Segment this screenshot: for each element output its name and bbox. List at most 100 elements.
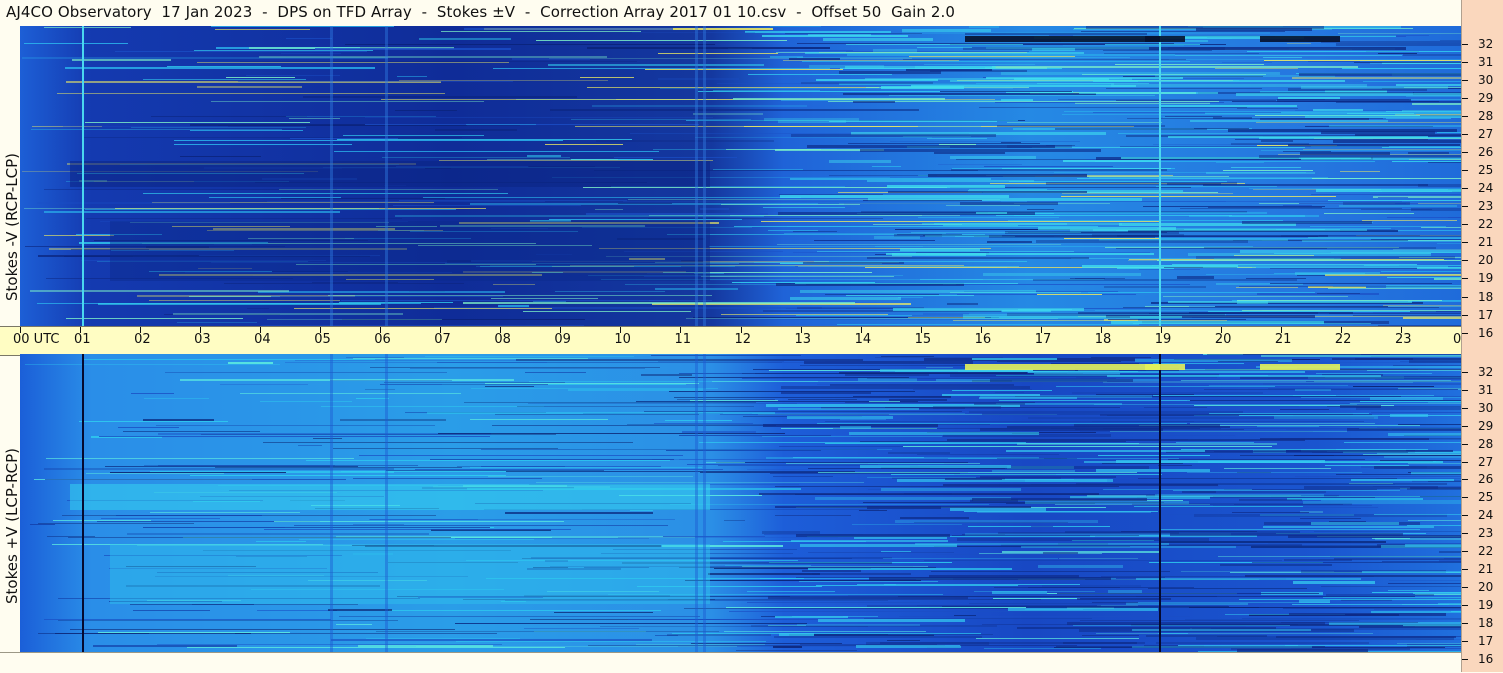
spectrogram-band xyxy=(881,551,911,552)
spectrogram-band xyxy=(1281,235,1461,237)
spectrogram-streak xyxy=(595,209,623,210)
freq-tick xyxy=(1462,497,1468,499)
spectrogram-band xyxy=(1312,452,1408,453)
spectrogram-streak xyxy=(481,449,877,450)
spectrogram-band xyxy=(1405,544,1461,547)
spectrogram-streak xyxy=(1247,51,1461,52)
spectrogram-band xyxy=(1231,167,1301,168)
spectrogram-streak xyxy=(808,552,954,553)
spectrogram-band xyxy=(983,273,1141,276)
spectrogram-streak xyxy=(738,319,1131,320)
spectrogram-streak xyxy=(393,205,581,206)
spectrogram-streak xyxy=(512,58,590,60)
spectrogram-band xyxy=(1208,207,1322,208)
spectrogram-band xyxy=(1181,449,1428,450)
burst-mark xyxy=(1145,36,1185,42)
spectrogram-band xyxy=(1108,590,1142,593)
spectrogram-streak xyxy=(1157,228,1391,229)
spectrogram-streak xyxy=(286,116,436,117)
spectrogram-streak xyxy=(1146,635,1267,637)
spectrogram-streak xyxy=(808,568,1012,570)
spectrogram-band xyxy=(1156,186,1277,187)
spectrogram-streak xyxy=(516,359,863,361)
spectrogram-streak xyxy=(101,518,220,519)
spectrogram-band xyxy=(1343,202,1410,205)
spectrogram-streak xyxy=(924,560,1282,561)
spectrogram-streak xyxy=(1317,293,1360,294)
spectrogram-band xyxy=(1260,438,1429,440)
spectrogram-streak xyxy=(1187,400,1461,401)
spectrogram-streak xyxy=(1397,643,1461,644)
spectrogram-streak xyxy=(1009,181,1227,182)
spectrogram-streak xyxy=(995,392,1024,393)
spectrogram-streak xyxy=(651,355,801,356)
freq-tick xyxy=(1462,515,1468,517)
spectrogram-streak xyxy=(1428,481,1461,482)
spectrogram-streak xyxy=(493,284,535,285)
spectrogram-streak xyxy=(898,297,923,298)
freq-label: 29 xyxy=(1478,418,1494,433)
spectrogram-band xyxy=(1067,622,1325,625)
spectrogram-streak xyxy=(1261,150,1461,151)
spectrogram-streak xyxy=(177,322,257,323)
spectrogram-band xyxy=(1218,361,1278,362)
spectrogram-band xyxy=(887,185,1005,188)
spectrogram-band xyxy=(840,419,886,420)
freq-tick xyxy=(1462,640,1468,642)
spectrogram-band xyxy=(997,458,1077,459)
spectrogram-streak xyxy=(580,77,634,78)
freq-tick xyxy=(1462,407,1468,409)
spectrogram-streak xyxy=(99,436,490,437)
spectrogram-band xyxy=(778,408,919,410)
spectrogram-streak xyxy=(1242,310,1461,311)
spectrogram-streak xyxy=(1139,269,1200,270)
freq-label: 30 xyxy=(1478,400,1494,415)
spectrogram-band xyxy=(774,636,982,638)
spectrogram-streak xyxy=(430,459,674,460)
spectrogram-streak xyxy=(939,144,976,145)
spectrogram-streak xyxy=(695,137,932,138)
spectrogram-streak xyxy=(913,389,1032,390)
spectrogram-streak xyxy=(180,156,261,157)
spectrogram-streak xyxy=(953,320,1227,321)
spectrogram-streak xyxy=(1437,132,1461,133)
spectrogram-streak xyxy=(299,539,534,540)
freq-tick xyxy=(1462,260,1468,262)
spectrogram-band xyxy=(927,138,987,139)
spectrogram-streak xyxy=(1190,423,1375,424)
spectrogram-band xyxy=(1359,626,1461,628)
spectrogram-streak xyxy=(709,246,923,247)
spectrogram-streak xyxy=(294,525,668,526)
spectrogram-band xyxy=(1002,168,1171,169)
spectrogram-streak xyxy=(365,389,395,390)
spectrogram-band xyxy=(1308,237,1461,238)
spectrogram-band xyxy=(969,411,1243,413)
spectrogram-band xyxy=(823,38,933,41)
spectrogram-streak xyxy=(1115,64,1264,65)
spectrogram-band xyxy=(1032,147,1305,148)
spectrogram-streak xyxy=(150,512,300,513)
spectrogram-band xyxy=(992,591,1047,594)
spectrogram-streak xyxy=(336,624,372,625)
spectrogram-streak xyxy=(144,398,209,399)
spectrogram-streak xyxy=(246,75,340,76)
spectrogram-streak xyxy=(1353,386,1434,387)
spectrogram-streak xyxy=(1437,243,1461,244)
freq-label: 32 xyxy=(1478,365,1494,379)
spectrogram-band xyxy=(860,149,1101,152)
spectrogram-streak xyxy=(768,230,818,231)
spectrogram-band xyxy=(881,488,1021,491)
freq-label: 23 xyxy=(1478,199,1494,214)
spectrogram-band xyxy=(902,29,991,32)
spectrogram-band xyxy=(1130,316,1182,318)
spectrogram-band xyxy=(1329,521,1366,522)
spectrogram-streak xyxy=(143,419,214,421)
freq-label: 16 xyxy=(1478,325,1494,340)
freq-tick xyxy=(1462,188,1468,190)
spectrogram-band xyxy=(1408,152,1449,154)
spectrogram-streak xyxy=(130,604,254,605)
spectrogram-streak xyxy=(1342,68,1461,69)
spectrogram-streak xyxy=(630,510,653,511)
spectrogram-band xyxy=(1101,576,1374,577)
burst-mark xyxy=(1145,364,1185,370)
